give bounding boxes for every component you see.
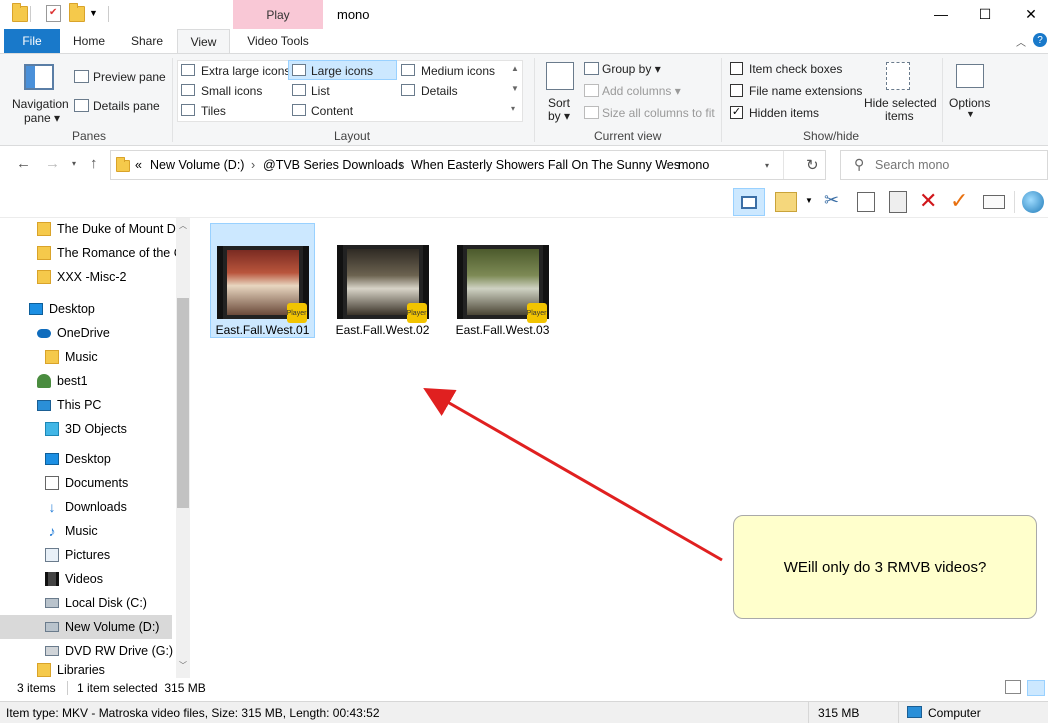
separator: [898, 702, 899, 723]
large-icons-view-icon[interactable]: [1027, 680, 1045, 696]
annotation-callout: WEill only do 3 RMVB videos?: [733, 515, 1037, 619]
details-view-icon[interactable]: [1005, 680, 1021, 694]
item-details: Item type: MKV - Matroska video files, S…: [6, 706, 380, 720]
selection-status: 1 item selected 315 MB: [77, 681, 206, 695]
item-count: 3 items: [17, 681, 56, 695]
separator: [808, 702, 809, 723]
separator: [67, 681, 68, 695]
item-size: 315 MB: [818, 706, 860, 720]
info-bar: Item type: MKV - Matroska video files, S…: [0, 701, 1048, 723]
status-bar: 3 items 1 item selected 315 MB: [0, 679, 1048, 699]
zone-label: Computer: [928, 706, 981, 720]
computer-icon: [907, 706, 922, 718]
